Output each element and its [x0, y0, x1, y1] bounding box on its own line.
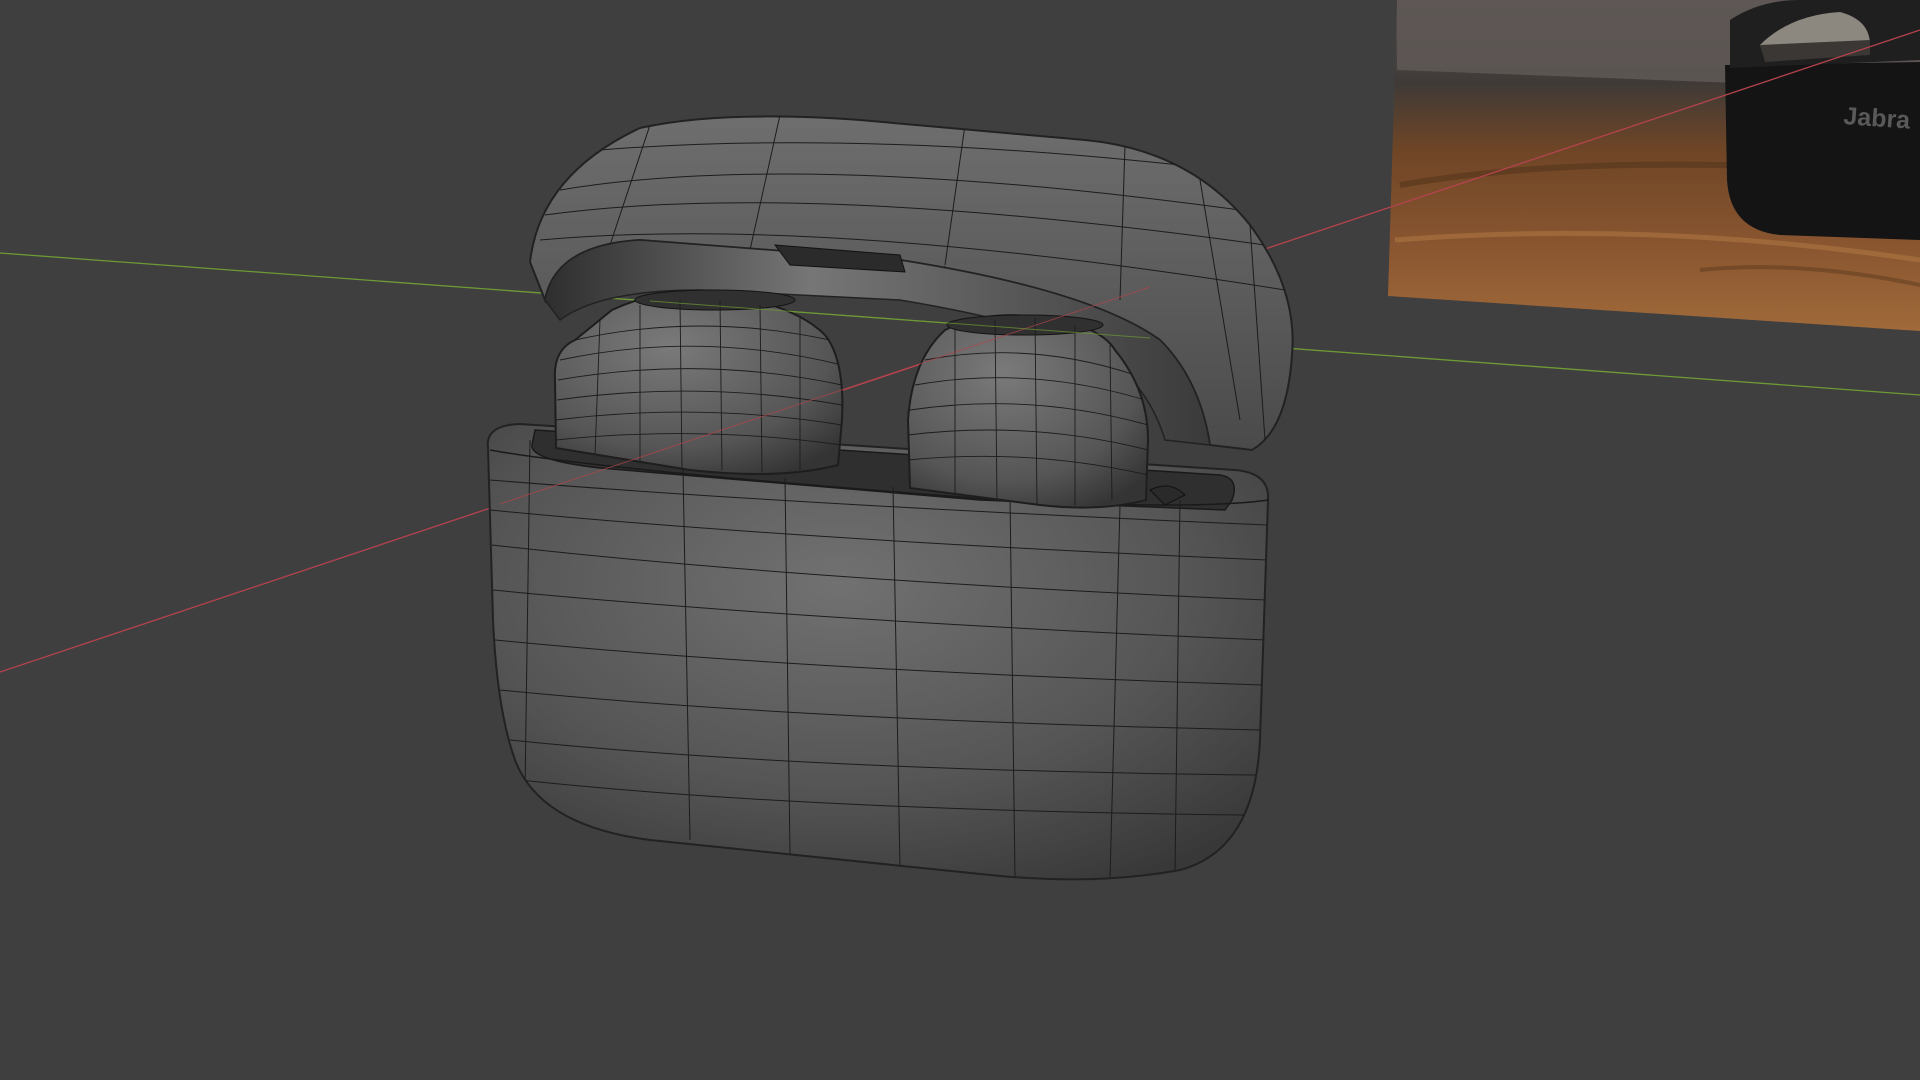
viewport-scene[interactable]: Jabra	[0, 0, 1920, 1080]
earbud-left[interactable]	[553, 289, 844, 475]
reference-image[interactable]: Jabra	[1388, 0, 1920, 331]
reference-brand-text: Jabra	[1843, 102, 1913, 135]
case-body[interactable]	[486, 422, 1270, 881]
3d-viewport[interactable]: Jabra	[0, 0, 1920, 1080]
